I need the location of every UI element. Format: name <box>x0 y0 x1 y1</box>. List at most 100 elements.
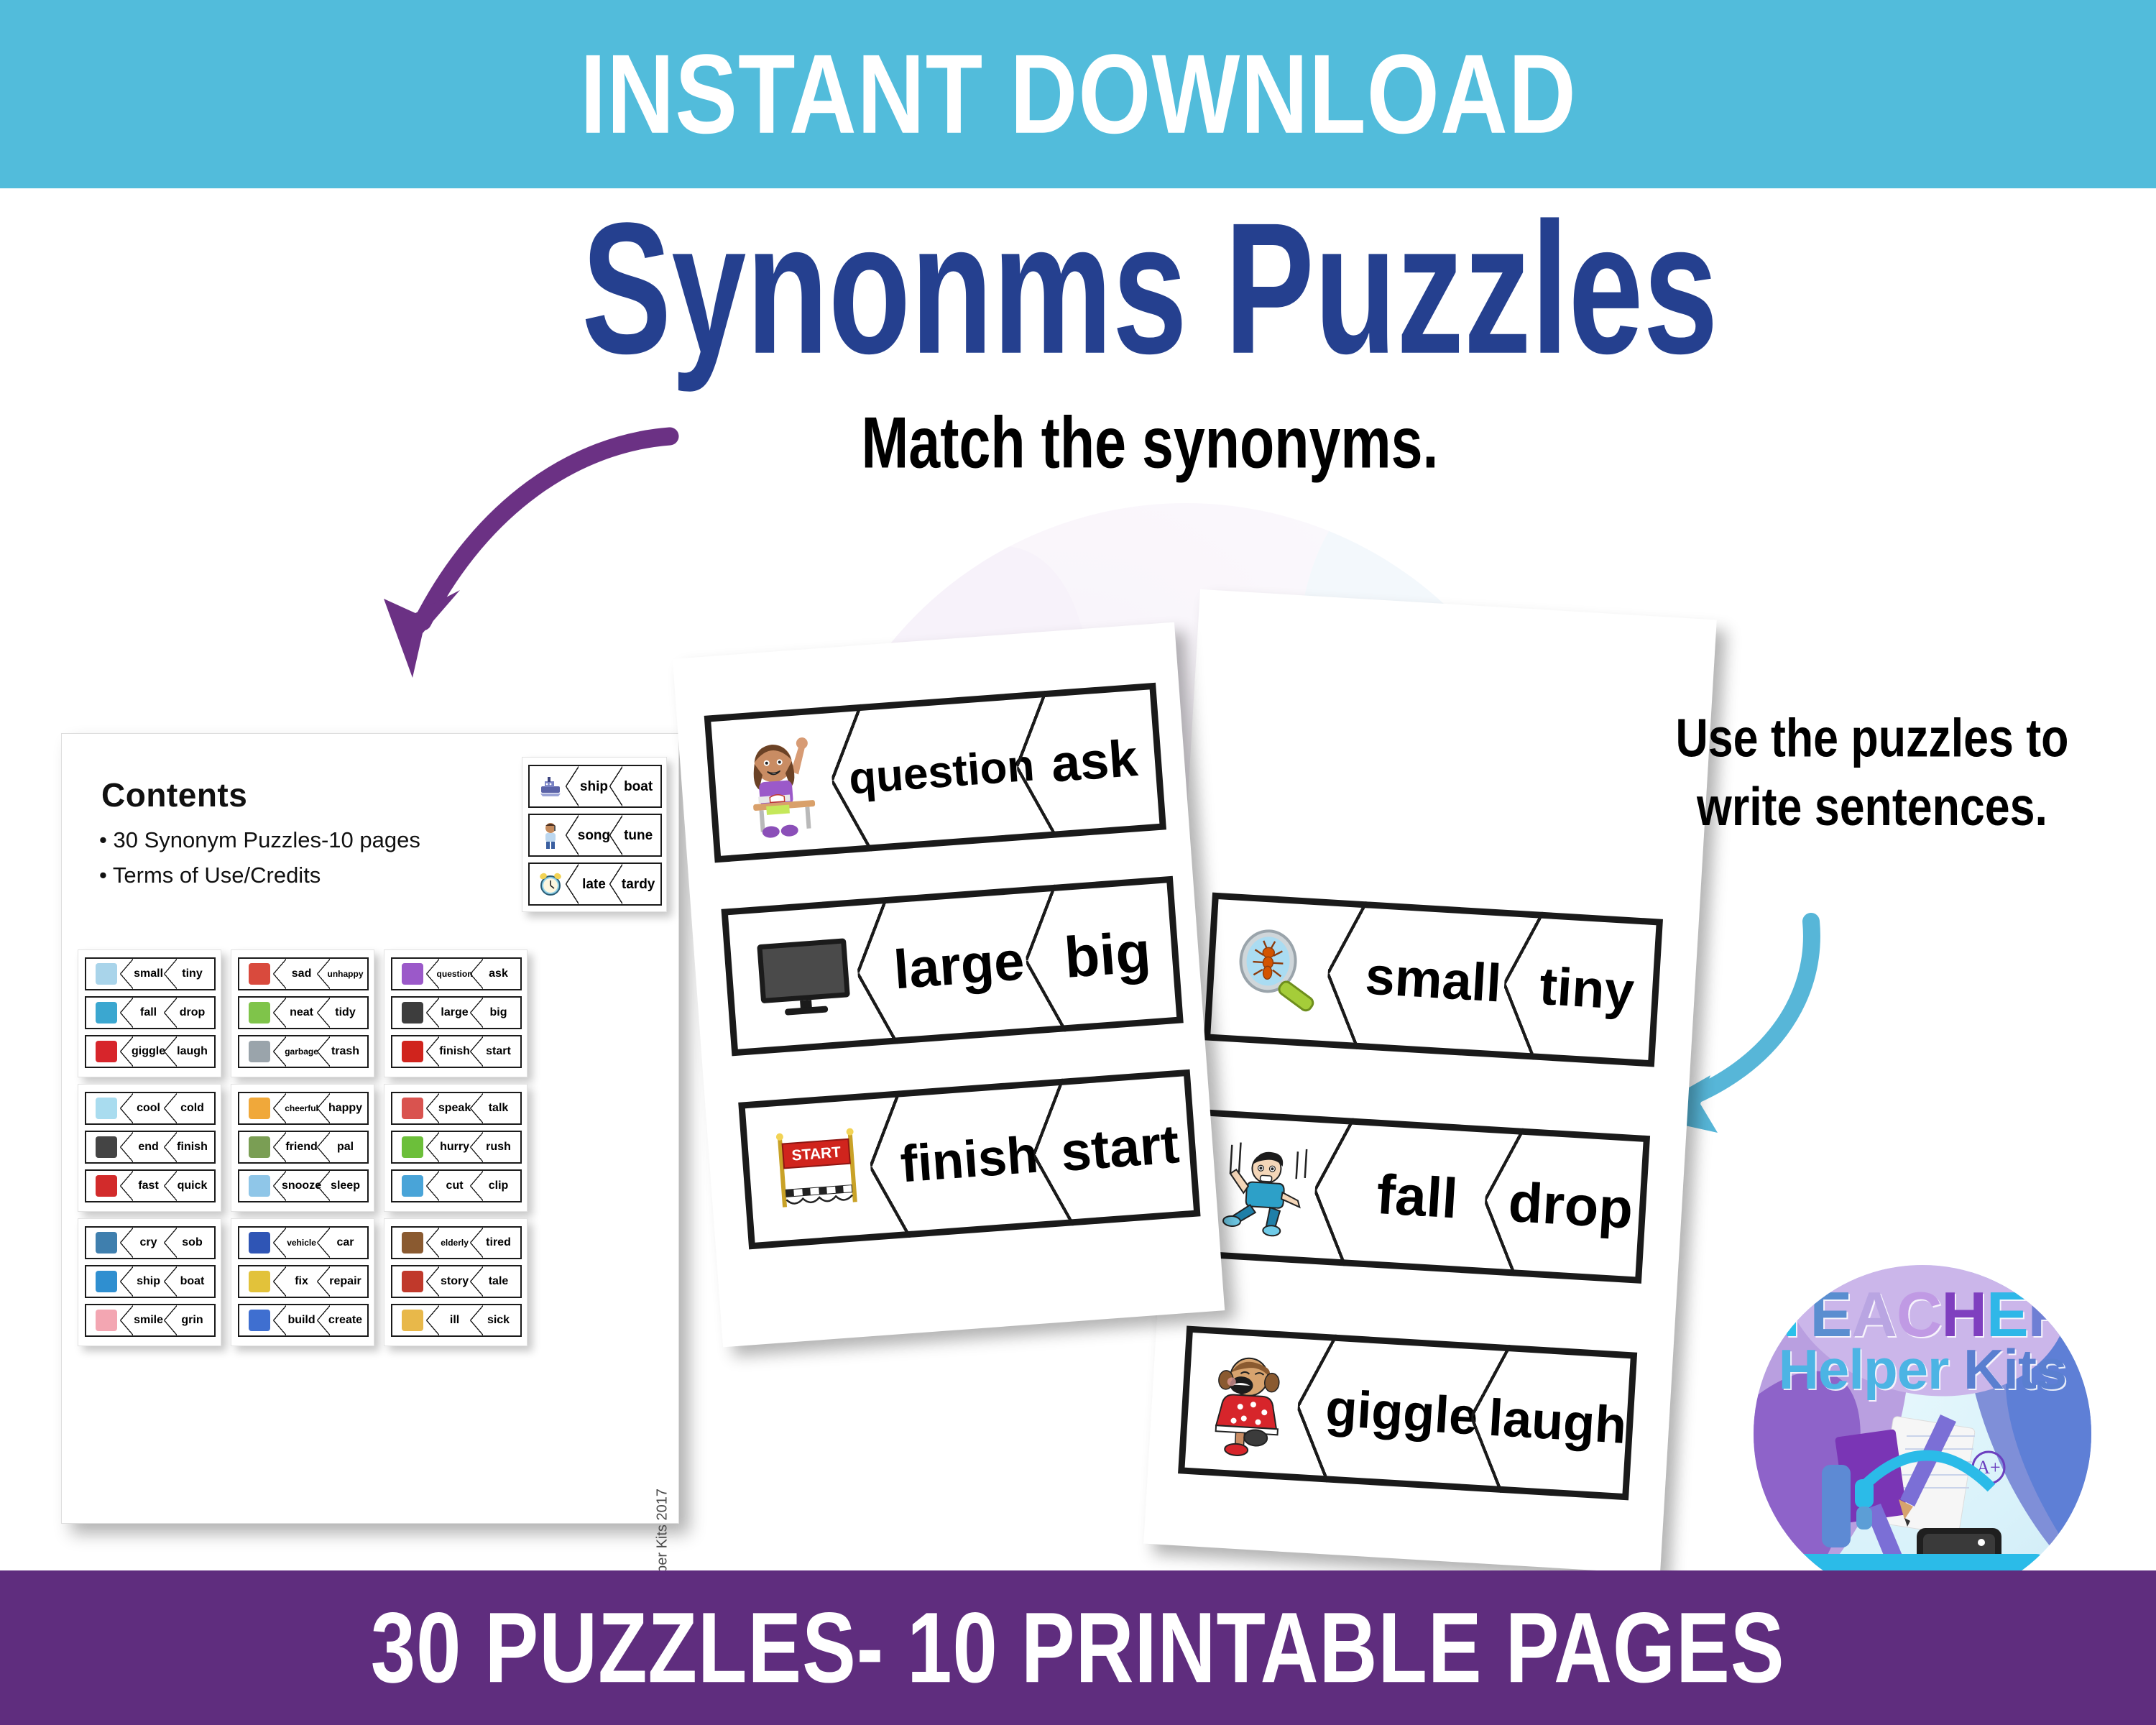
list-item: late tardy <box>528 862 662 906</box>
tv-monitor-icon <box>757 938 850 1016</box>
puzzle-word-segment: unhappy <box>317 959 367 989</box>
teacher-helper-kits-logo[interactable]: TEACHER Helper Kits A+ <box>1754 1265 2091 1603</box>
tidy-boy-icon <box>249 1002 271 1024</box>
puzzle-word-segment: sick <box>470 1305 520 1335</box>
puzzle-strip[interactable]: question ask <box>704 682 1167 863</box>
table-row: vehicle car <box>238 1226 369 1259</box>
puzzle-word-segment: tidy <box>317 998 367 1028</box>
puzzle-word-left: small <box>134 967 164 980</box>
table-row: snooze sleep <box>238 1169 369 1202</box>
logo-line2: Helper Kits <box>1778 1338 2068 1401</box>
puzzle-word-segment: happy <box>317 1093 367 1123</box>
puzzle-word-left: hurry <box>440 1141 469 1153</box>
puzzle-word-segment: start <box>470 1036 520 1067</box>
puzzle-word-left: ship <box>137 1275 160 1287</box>
laughing-girl-icon <box>96 1041 118 1062</box>
worker-icon <box>249 1271 271 1292</box>
table-row: fix repair <box>238 1265 369 1298</box>
puzzle-word-left: fall <box>139 1006 157 1018</box>
puzzle-word-segment: giggle <box>1311 1340 1493 1485</box>
puzzle-word-left: ill <box>449 1314 460 1326</box>
singing-boy-icon <box>545 823 556 849</box>
puzzle-word-segment: small <box>1341 907 1526 1052</box>
table-row: finish start <box>391 1035 522 1068</box>
puzzle-word-right: boat <box>180 1275 205 1287</box>
puzzle-word-right: talk <box>488 1102 509 1114</box>
puzzle-word-right: clip <box>488 1179 509 1192</box>
puzzle-strip[interactable]: START finish start <box>738 1069 1201 1250</box>
puzzle-word-right: laugh <box>177 1045 208 1057</box>
table-row: cry sob <box>85 1226 216 1259</box>
table-row: sad unhappy <box>238 957 369 990</box>
ice-cubes-icon <box>96 1098 118 1119</box>
purple-curved-arrow-icon <box>384 427 679 678</box>
contents-heading: Contents <box>101 776 248 814</box>
puzzle-word-right: sleep <box>331 1179 360 1192</box>
table-row: hurry rush <box>391 1131 522 1164</box>
blue-car-icon <box>249 1232 271 1254</box>
list-item: ship boat <box>528 765 662 808</box>
puzzle-word-right: unhappy <box>327 969 364 979</box>
tv-monitor-icon <box>402 1002 424 1024</box>
table-row: garbage trash <box>238 1035 369 1068</box>
puzzle-word-left: story <box>440 1275 469 1287</box>
right-puzzle-page[interactable]: small tiny fall drop giggle laugh <box>1143 589 1717 1575</box>
start-banner-icon: START <box>775 1128 857 1208</box>
instant-download-label: INSTANT DOWNLOAD <box>579 30 1577 157</box>
puzzle-strip[interactable]: small tiny <box>1203 892 1663 1067</box>
contents-sample-block: ship boat song tune late tardy <box>522 757 667 912</box>
contents-list: 30 Synonym Puzzles-10 pages Terms of Use… <box>99 827 545 898</box>
puzzle-word-left: question <box>436 969 473 979</box>
puzzle-word-segment: trash <box>317 1036 367 1067</box>
contents-page-preview[interactable]: Contents 30 Synonym Puzzles-10 pages Ter… <box>61 733 679 1665</box>
raising-hand-girl-icon <box>752 737 815 838</box>
puzzle-thumbnail-block: cry sob ship boat smile grin <box>78 1218 221 1346</box>
list-item: 30 Synonym Puzzles-10 pages <box>99 827 545 853</box>
speaking-girl-icon <box>402 1098 424 1119</box>
puzzle-strip[interactable]: large big <box>721 875 1184 1057</box>
barber-icon <box>402 1175 424 1197</box>
table-row: ill sick <box>391 1304 522 1337</box>
puzzle-thumbnail-block: speak talk hurry rush cut clip <box>384 1084 528 1212</box>
table-row: large big <box>391 996 522 1029</box>
smiling-mouth-icon <box>96 1310 118 1331</box>
crying-child-icon <box>96 1232 118 1254</box>
checkered-flag-icon <box>96 1136 118 1158</box>
puzzle-word-segment: tiny <box>164 959 214 989</box>
puzzle-thumbnail-block: vehicle car fix repair build create <box>231 1218 374 1346</box>
puzzle-word-segment: clip <box>470 1171 520 1201</box>
table-row: ship boat <box>85 1265 216 1298</box>
sick-child-icon <box>402 1310 424 1331</box>
puzzle-word-segment: drop <box>164 998 214 1028</box>
kids-boat-icon <box>96 1271 118 1292</box>
middle-puzzle-page[interactable]: question ask large big START finish star… <box>672 622 1225 1348</box>
puzzle-word-segment: ask <box>1029 689 1159 832</box>
puzzle-word-right: grin <box>181 1314 203 1326</box>
sad-boy-icon <box>249 963 271 985</box>
puzzle-word-left: speak <box>438 1102 471 1114</box>
puzzle-thumbnail-block: cheerful happy friend pal snooze sleep <box>231 1084 374 1212</box>
puzzle-strip[interactable]: fall drop <box>1190 1109 1651 1284</box>
puzzle-word-segment: grin <box>164 1305 214 1335</box>
list-item: Terms of Use/Credits <box>99 862 545 888</box>
puzzle-word-left: smile <box>134 1314 164 1326</box>
puzzle-word-segment: create <box>317 1305 367 1335</box>
puzzle-word-left: build <box>287 1314 315 1326</box>
cheerful-boy-icon <box>249 1098 271 1119</box>
ship-icon <box>540 777 561 796</box>
puzzle-thumbnail-block: sad unhappy neat tidy garbage trash <box>231 949 374 1077</box>
old-desk-icon <box>402 1232 424 1254</box>
puzzle-word-segment: boat <box>164 1266 214 1297</box>
table-row: cheerful happy <box>238 1092 369 1125</box>
table-row: small tiny <box>85 957 216 990</box>
puzzle-word-right: repair <box>329 1275 361 1287</box>
puzzle-thumbnail-block: small tiny fall drop giggle laugh <box>78 949 221 1077</box>
alarm-clock-icon <box>540 873 562 896</box>
puzzle-word-left: friend <box>285 1141 318 1153</box>
puzzle-word-segment: tune <box>609 815 660 855</box>
laughing-girl-icon <box>1215 1357 1280 1456</box>
girl-building-icon <box>249 1310 271 1331</box>
puzzle-strip[interactable]: giggle laugh <box>1178 1325 1638 1501</box>
puzzle-word-left: end <box>138 1141 159 1153</box>
puzzle-word-right: ask <box>489 967 508 980</box>
